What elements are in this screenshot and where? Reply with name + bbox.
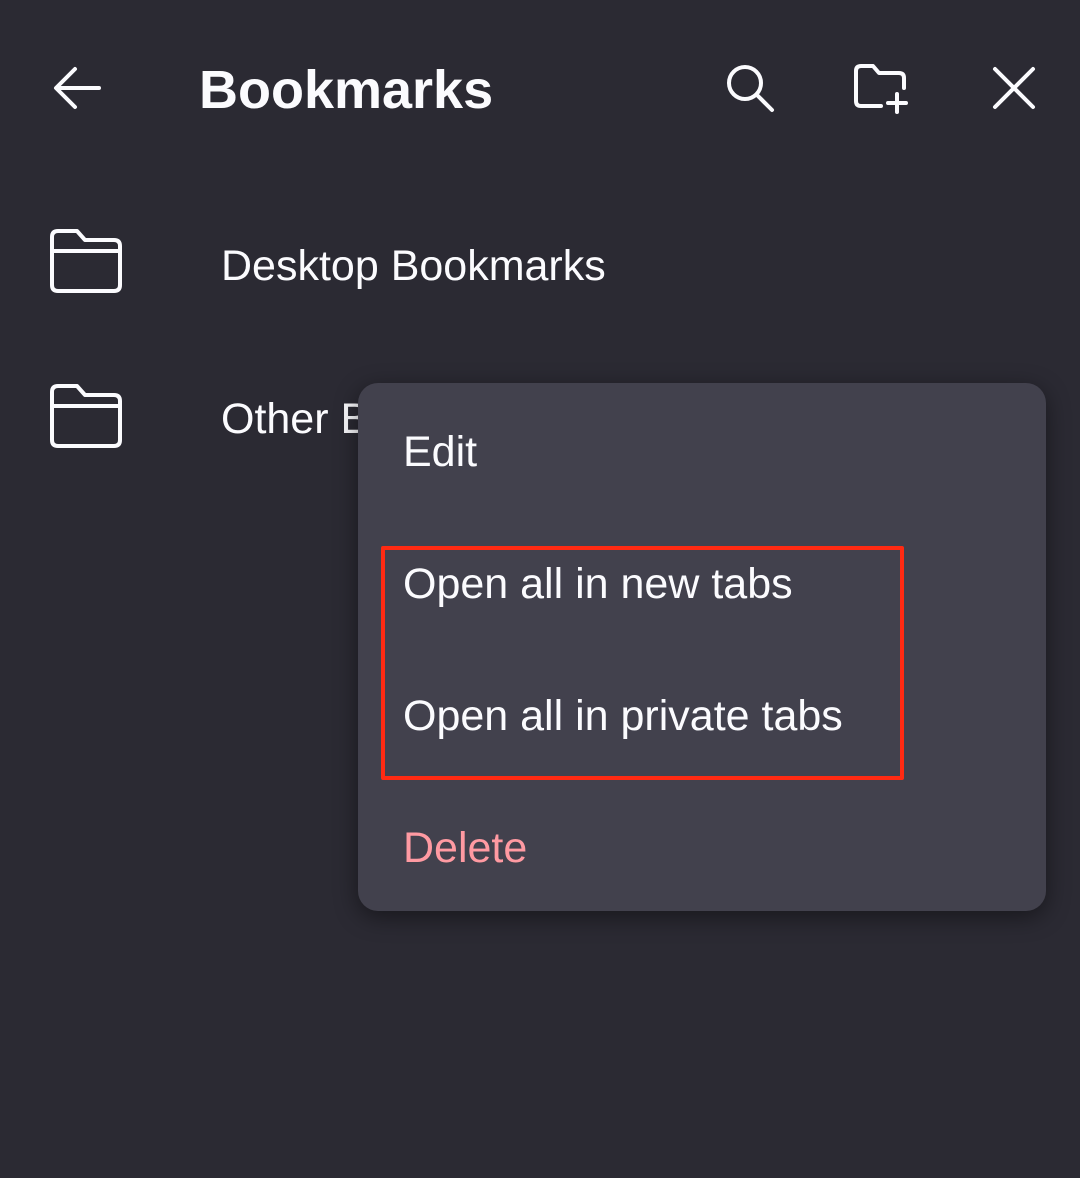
list-item-label: Desktop Bookmarks — [221, 242, 606, 290]
open-all-new-tabs-menu-item[interactable]: Open all in new tabs — [403, 559, 793, 609]
open-all-private-tabs-menu-item[interactable]: Open all in private tabs — [403, 691, 843, 741]
search-icon — [727, 65, 774, 112]
close-icon — [993, 67, 1035, 109]
top-toolbar: Bookmarks — [0, 0, 1080, 163]
list-item-label: Other B — [221, 395, 370, 443]
back-button[interactable] — [27, 38, 127, 138]
add-folder-button[interactable] — [831, 38, 931, 138]
bookmarks-screen: Bookmarks Desktop Bookmarks Other B Edit… — [0, 0, 1080, 1178]
close-button[interactable] — [964, 38, 1064, 138]
list-item[interactable]: Desktop Bookmarks — [0, 163, 1080, 317]
context-menu: Edit Open all in new tabs Open all in pr… — [358, 383, 1046, 911]
search-button[interactable] — [700, 38, 800, 138]
arrow-left-icon — [54, 67, 101, 109]
folder-icon — [50, 384, 122, 448]
page-title: Bookmarks — [199, 60, 494, 120]
edit-menu-item[interactable]: Edit — [403, 427, 477, 477]
delete-menu-item[interactable]: Delete — [403, 823, 527, 873]
folder-add-icon — [854, 64, 908, 114]
folder-icon — [50, 229, 122, 293]
